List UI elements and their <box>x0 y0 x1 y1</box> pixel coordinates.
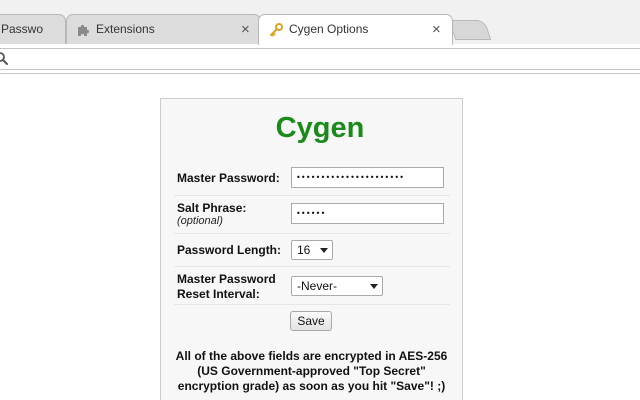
reset-interval-value: -Never- <box>297 279 338 293</box>
row-divider <box>174 195 450 196</box>
password-length-select[interactable]: 16 <box>291 240 333 260</box>
reset-interval-label-line2: Reset Interval: <box>177 287 260 301</box>
puzzle-piece-icon <box>78 24 90 36</box>
search-icon <box>0 52 8 65</box>
tab-extensions-title: Extensions <box>96 22 155 36</box>
encryption-notice-line1: All of the above fields are encrypted in… <box>175 349 448 363</box>
encryption-notice-line2: (US Government-approved "Top Secret" <box>197 364 426 378</box>
master-password-label: Master Password: <box>177 171 280 185</box>
app-title: Cygen <box>275 112 365 144</box>
password-length-label: Password Length: <box>177 243 282 257</box>
salt-phrase-hint: (optional) <box>177 215 223 227</box>
tab-strip: Passwo Extensions × Cygen Options × <box>0 0 640 45</box>
reset-interval-select[interactable]: -Never- <box>291 276 383 296</box>
salt-phrase-label: Salt Phrase: <box>177 201 247 215</box>
tab-cygen-options-title: Cygen Options <box>289 22 369 36</box>
password-length-value: 16 <box>297 243 311 257</box>
chevron-down-icon <box>320 248 328 253</box>
tab-extensions-close-icon[interactable]: × <box>241 15 250 44</box>
tab-cygen-options-close-icon[interactable]: × <box>432 15 441 44</box>
tab-passwords[interactable]: Passwo <box>0 14 66 44</box>
browser-window: Passwo Extensions × Cygen Options × Cyge… <box>0 0 640 400</box>
new-tab-button[interactable] <box>448 20 492 40</box>
row-divider <box>174 233 450 234</box>
tab-extensions[interactable]: Extensions × <box>66 14 261 44</box>
chevron-down-icon <box>370 284 378 289</box>
encryption-notice-line3: encryption grade) as soon as you hit "Sa… <box>177 379 446 393</box>
toolbar <box>0 44 640 74</box>
tab-passwords-title: Passwo <box>1 22 44 36</box>
save-button[interactable]: Save <box>290 311 332 331</box>
reset-interval-label-line1: Master Password <box>177 272 276 286</box>
encryption-notice: All of the above fields are encrypted in… <box>164 349 459 394</box>
key-icon <box>270 23 283 37</box>
row-divider <box>174 304 450 305</box>
row-divider <box>174 266 450 267</box>
master-password-input[interactable]: •••••••••••••••••••••• <box>291 167 444 188</box>
address-bar[interactable] <box>0 48 640 70</box>
salt-phrase-input[interactable]: •••••• <box>291 203 444 224</box>
tab-cygen-options[interactable]: Cygen Options × <box>258 14 453 45</box>
